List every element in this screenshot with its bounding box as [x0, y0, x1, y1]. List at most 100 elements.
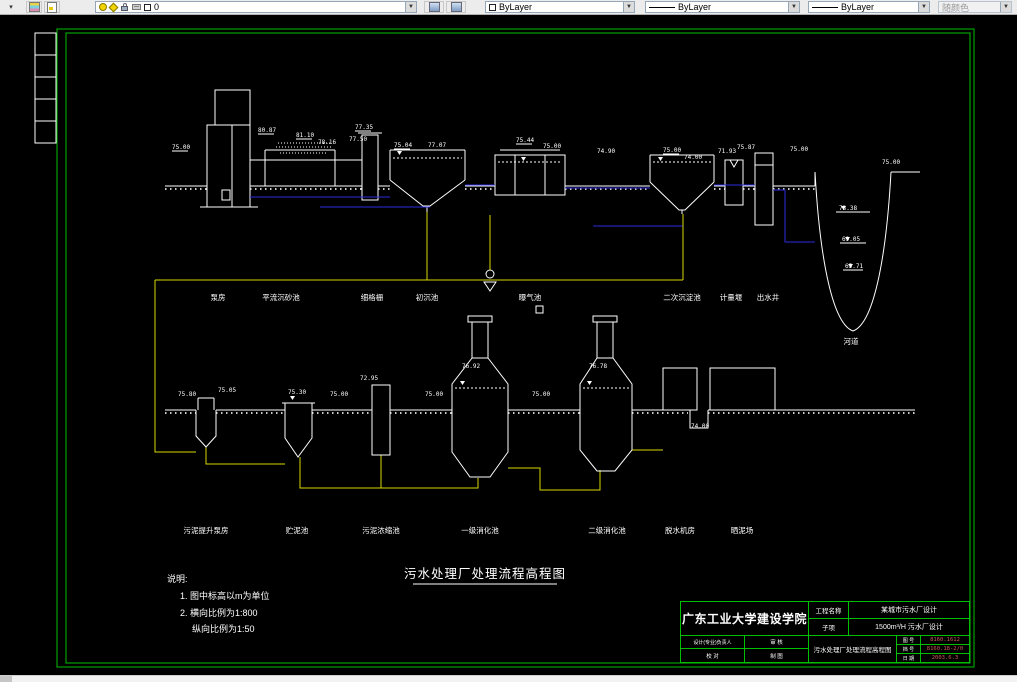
- layer-state-icon: [47, 1, 57, 13]
- elevation-label: 75.00: [543, 143, 561, 150]
- unit-label-primary-digester: 一级消化池: [461, 525, 499, 535]
- color-value: ByLayer: [499, 2, 533, 12]
- layers-icon: [28, 2, 40, 12]
- sludge-thickener: [371, 384, 391, 456]
- grit-chamber: [250, 142, 362, 186]
- dewatering-building: [662, 367, 698, 411]
- elevation-label: 75.05: [218, 387, 236, 394]
- sewage-pipes: [250, 184, 815, 243]
- secondary-digester: [579, 315, 633, 472]
- binding-margin-boxes: [34, 32, 57, 144]
- color-dropdown[interactable]: ByLayer ▼: [485, 1, 635, 13]
- elevation-label: 78.16: [318, 139, 336, 146]
- layer-properties-button[interactable]: [26, 1, 42, 13]
- drawing-number-label: 图 号: [897, 636, 921, 645]
- layer-dropdown[interactable]: 0 ▼: [95, 1, 417, 13]
- toolbar-flyout-arrow-icon[interactable]: ▾: [4, 1, 18, 13]
- lock-icon[interactable]: [120, 3, 129, 11]
- layer-dropdown-arrow-icon[interactable]: ▼: [405, 2, 416, 12]
- drawing-title: 污水处理厂处理流程高程图: [404, 566, 566, 581]
- unit-label-weir: 计量堰: [720, 292, 743, 302]
- river-label: 河道: [844, 336, 859, 346]
- unit-label-thickener: 污泥浓缩池: [362, 525, 400, 535]
- plotstyle-dropdown: 随颜色 ▼: [938, 1, 1012, 13]
- elevation-ticks: [172, 130, 861, 271]
- measuring-weir: [724, 159, 744, 206]
- proofreader-label: 校 对: [681, 649, 745, 662]
- note-line-2: 2. 横向比例为1:800: [180, 607, 258, 618]
- project-name-label: 工程名称: [809, 602, 849, 619]
- project-name-value: 某城市污水厂设计: [849, 602, 969, 619]
- pump-house: [200, 89, 258, 208]
- elevation-label: 75.30: [288, 389, 306, 396]
- unit-label-secondary-digester: 二级消化池: [588, 525, 626, 535]
- make-object-layer-current-button[interactable]: [424, 1, 444, 13]
- drawing-number-value: 8160.1612: [921, 636, 969, 645]
- elevation-label: 73.38: [839, 205, 857, 212]
- unit-label-drying: 晒泥场: [731, 526, 754, 535]
- plotstyle-dropdown-arrow-icon: ▼: [1000, 2, 1011, 12]
- designer-label: 设计(专业)负责人: [681, 636, 745, 649]
- file-number-label: 档 号: [897, 645, 921, 654]
- unit-label-primary-clarifier: 初沉池: [416, 292, 439, 302]
- make-current-icon: [428, 2, 440, 12]
- unit-label-grit-chamber: 平流沉砂池: [262, 292, 300, 302]
- aeration-tank: [494, 149, 566, 196]
- notes-heading: 说明:: [167, 573, 188, 584]
- linetype-value: ByLayer: [678, 2, 712, 12]
- elevation-label: 75.00: [425, 391, 443, 398]
- subproject-label: 子项: [809, 619, 849, 636]
- elevation-label: 75.00: [882, 159, 900, 166]
- unit-label-secondary-clarifier: 二次沉淀池: [663, 292, 701, 302]
- subproject-value: 1500m³/H 污水厂设计: [849, 619, 969, 636]
- date-value: 2003.6.3: [931, 655, 959, 661]
- unit-label-storage-tank: 贮泥池: [286, 525, 309, 535]
- bottom-left-corner-box: [0, 676, 12, 682]
- unit-label-fine-screen: 细格栅: [361, 292, 384, 302]
- sun-icon[interactable]: [108, 2, 119, 12]
- layer-color-chip: [144, 3, 151, 11]
- elevation-label: 75.00: [790, 146, 808, 153]
- elevation-label: 75.00: [330, 391, 348, 398]
- unit-label-aeration-tank: 曝气池: [519, 292, 542, 302]
- layer-states-button[interactable]: [44, 1, 60, 13]
- unit-label-sludge-pump: 污泥提升泵房: [184, 525, 229, 535]
- secondary-clarifier: [649, 154, 715, 214]
- lineweight-dropdown-arrow-icon[interactable]: ▼: [918, 2, 929, 12]
- elevation-label: 74.00: [691, 423, 709, 430]
- status-strip: [0, 675, 1017, 682]
- plotstyle-value: 随颜色: [942, 2, 970, 13]
- drawing-canvas[interactable]: 75.00 80.87 81.10 78.16 77.35 77.50 75.0…: [0, 14, 1017, 676]
- file-number-value: 8160.18-2/0: [921, 645, 969, 654]
- block-symbol: [535, 305, 544, 314]
- color-chip: [489, 3, 496, 11]
- elevation-label: 76.92: [462, 363, 480, 370]
- color-dropdown-arrow-icon[interactable]: ▼: [623, 2, 634, 12]
- elevation-label: 72.95: [360, 375, 378, 382]
- note-line-1: 1. 图中标高以m为单位: [180, 590, 270, 601]
- unit-label-dewatering: 脱水机房: [665, 525, 695, 535]
- elevation-label: 75.00: [172, 144, 190, 151]
- elevation-label: 77.35: [355, 124, 373, 131]
- layer-previous-icon: [450, 2, 462, 12]
- ground-line-top: [165, 171, 920, 187]
- elevation-label: 75.00: [663, 147, 681, 154]
- bulb-icon[interactable]: [99, 3, 107, 11]
- lineweight-value: ByLayer: [841, 2, 875, 12]
- elevation-label: 80.87: [258, 127, 276, 134]
- printer-icon[interactable]: [132, 4, 141, 10]
- lineweight-dropdown[interactable]: ByLayer ▼: [808, 1, 930, 13]
- linetype-dropdown[interactable]: ByLayer ▼: [645, 1, 800, 13]
- elevation-label: 76.78: [589, 363, 607, 370]
- unit-label-outlet-well: 出水井: [757, 292, 780, 302]
- sludge-pipes: [154, 212, 684, 491]
- lineweight-sample: [812, 6, 838, 8]
- object-properties-toolbar: ▾ 0 ▼ ByLayer ▼ ByLayer ▼ ByLayer ▼ 随颜色 …: [0, 0, 1017, 15]
- primary-digester: [451, 315, 509, 478]
- checker-label: 审 核: [745, 636, 809, 649]
- fine-screen: [358, 132, 382, 201]
- elevation-label: 75.80: [178, 391, 196, 398]
- outlet-well: [754, 152, 774, 226]
- layer-previous-button[interactable]: [446, 1, 466, 13]
- linetype-dropdown-arrow-icon[interactable]: ▼: [788, 2, 799, 12]
